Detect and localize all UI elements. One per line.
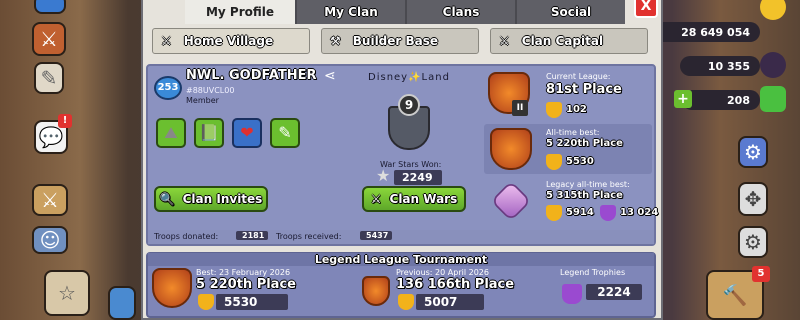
clan-level: 9 xyxy=(398,94,420,116)
settings-icon[interactable]: ⚙ xyxy=(738,226,768,258)
player-level-badge: 253 xyxy=(154,76,182,100)
clan-invites-label: Clan Invites xyxy=(182,192,263,206)
trophy-icon xyxy=(198,294,214,310)
legacy-label: Legacy all-time best: xyxy=(546,180,630,189)
map-icon[interactable]: ☆ xyxy=(44,270,90,316)
edit-pencil-icon[interactable]: ✎ xyxy=(270,118,300,148)
best-trophies: 5530 xyxy=(216,294,288,310)
barbarian-icon[interactable]: ☺ xyxy=(32,226,68,254)
legacy-place: 5 315th Place xyxy=(546,190,623,201)
best-league-icon xyxy=(152,268,192,308)
hammer-icon: ⚒ xyxy=(330,34,341,48)
trophy-icon xyxy=(546,154,562,170)
legend-trophy-icon xyxy=(562,284,582,304)
rock-badge-icon[interactable]: ⛰ xyxy=(156,118,186,148)
trophy-icon xyxy=(546,205,562,221)
edit-icon[interactable]: ✎ xyxy=(34,62,64,94)
alltime-place: 5 220th Place xyxy=(546,138,623,149)
clan-name: Disney✨Land xyxy=(368,72,450,83)
troops-received-value: 5437 xyxy=(360,231,392,240)
subtab-label: Builder Base xyxy=(352,34,439,48)
troops-bar xyxy=(148,230,654,244)
player-tag: #88UVCL00 xyxy=(186,86,235,95)
gem-amount: 208 xyxy=(682,90,760,110)
previous-label: Previous: 20 April 2026 xyxy=(396,268,489,277)
tab-social[interactable]: Social xyxy=(515,0,625,24)
swords-icon: ⚔ xyxy=(499,34,510,48)
left-book-icon[interactable] xyxy=(108,286,136,320)
troops-donated-label: Troops donated: xyxy=(154,232,219,241)
legend-trophies-label: Legend Trophies xyxy=(560,268,626,277)
legend-trophies-value: 2224 xyxy=(586,284,642,300)
subtab-builder-base[interactable]: ⚒ Builder Base xyxy=(321,28,479,54)
shop-badge: 5 xyxy=(752,266,770,282)
dark-elixir-amount: 10 355 xyxy=(680,56,760,76)
gem-icon xyxy=(760,86,786,112)
attack-icon[interactable]: ⚔ xyxy=(32,184,68,216)
war-stars-value: 2249 xyxy=(394,170,442,185)
previous-league-icon xyxy=(362,276,390,306)
book-badge-icon[interactable]: 📗 xyxy=(194,118,224,148)
alltime-label: All-time best: xyxy=(546,128,600,137)
alltime-trophies: 5530 xyxy=(566,156,594,167)
notification-badge: ! xyxy=(58,114,72,128)
current-league-place: 81st Place xyxy=(546,82,622,97)
subtab-home-village[interactable]: ⚔ Home Village xyxy=(152,28,310,54)
gold-amount: 28 649 054 xyxy=(648,22,760,42)
tab-my-clan[interactable]: My Clan xyxy=(295,0,405,24)
main-tabs: My Profile My Clan Clans Social xyxy=(185,0,625,24)
previous-trophies: 5007 xyxy=(416,294,484,310)
star-icon: ★ xyxy=(376,166,391,185)
dark-elixir-icon xyxy=(760,52,786,78)
edit-layout-icon[interactable]: ✥ xyxy=(738,182,768,216)
alltime-league-icon xyxy=(490,128,532,170)
builder-icon[interactable]: ⚔ xyxy=(32,22,66,56)
subtab-label: Home Village xyxy=(183,34,274,48)
clan-invites-button[interactable]: 🔍 Clan Invites xyxy=(154,186,268,212)
tournament-title: Legend League Tournament xyxy=(148,253,654,266)
legacy-purple-trophies: 13 024 xyxy=(620,207,659,218)
side-button-top[interactable] xyxy=(34,0,66,14)
current-trophies: 102 xyxy=(566,104,587,115)
crossed-swords-icon: ⚔ xyxy=(370,192,382,206)
purple-trophy-icon xyxy=(600,205,616,221)
current-league-label: Current League: xyxy=(546,72,611,81)
player-name: NWL. GODFATHER xyxy=(186,68,317,83)
add-gems-button[interactable]: + xyxy=(674,90,692,108)
close-button[interactable]: X xyxy=(634,0,658,18)
search-icon: 🔍 xyxy=(159,192,175,206)
share-icon[interactable]: ⋖ xyxy=(324,68,336,84)
best-place: 5 220th Place xyxy=(196,277,296,292)
legacy-trophies: 5914 xyxy=(566,207,594,218)
subtab-label: Clan Capital xyxy=(521,34,604,48)
previous-place: 136 166th Place xyxy=(396,277,515,292)
settings-gear-icon[interactable]: ⚙ xyxy=(738,136,768,168)
troops-received-label: Troops received: xyxy=(276,232,342,241)
troops-donated-value: 2181 xyxy=(236,231,268,240)
trophy-icon xyxy=(546,102,562,118)
trophy-icon xyxy=(398,294,414,310)
player-role: Member xyxy=(186,96,219,105)
best-label: Best: 23 February 2026 xyxy=(196,268,291,277)
sword-icon: ⚔ xyxy=(161,34,172,48)
clan-wars-button[interactable]: ⚔ Clan Wars xyxy=(362,186,466,212)
league-division-badge: II xyxy=(512,100,528,116)
tab-clans[interactable]: Clans xyxy=(405,0,515,24)
subtab-clan-capital[interactable]: ⚔ Clan Capital xyxy=(490,28,648,54)
clan-wars-label: Clan Wars xyxy=(389,192,458,206)
tab-my-profile[interactable]: My Profile xyxy=(185,0,295,24)
heart-badge-icon[interactable]: ❤ xyxy=(232,118,262,148)
